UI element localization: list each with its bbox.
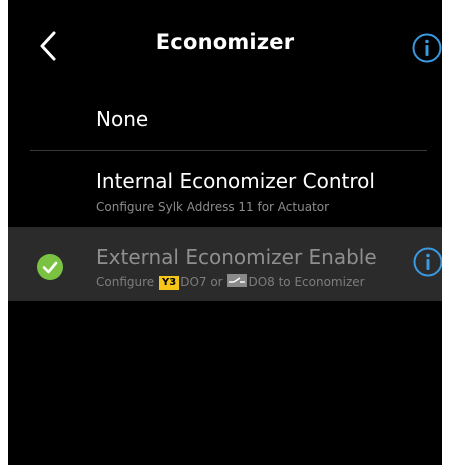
option-info-button[interactable]: [412, 246, 442, 278]
subtitle-suffix: DO8 to Economizer: [248, 275, 365, 289]
option-subtitle: Configure Y3 DO7 or DO8 to Economizer: [96, 274, 365, 290]
subtitle-prefix: Configure: [96, 275, 155, 289]
option-subtitle: Configure Sylk Address 11 for Actuator: [96, 200, 330, 214]
option-external-economizer-enable[interactable]: External Economizer Enable Configure Y3 D…: [8, 227, 442, 301]
header-info-button[interactable]: [411, 32, 442, 64]
option-label: Internal Economizer Control: [96, 169, 375, 193]
option-none[interactable]: None: [8, 96, 442, 150]
check-circle-icon: [37, 254, 63, 280]
y3-tag: Y3: [159, 276, 180, 290]
option-internal-economizer-control[interactable]: Internal Economizer Control Configure Sy…: [8, 151, 442, 227]
header: Economizer: [8, 0, 442, 90]
relay-contact-icon: [227, 274, 248, 287]
subtitle-middle: DO7 or: [180, 275, 223, 289]
economizer-screen: Economizer None Internal Economizer Cont…: [8, 0, 442, 465]
option-label: External Economizer Enable: [96, 245, 377, 269]
page-title: Economizer: [155, 30, 295, 54]
info-icon: [413, 247, 442, 277]
option-label: None: [96, 107, 149, 131]
info-icon: [412, 33, 442, 63]
